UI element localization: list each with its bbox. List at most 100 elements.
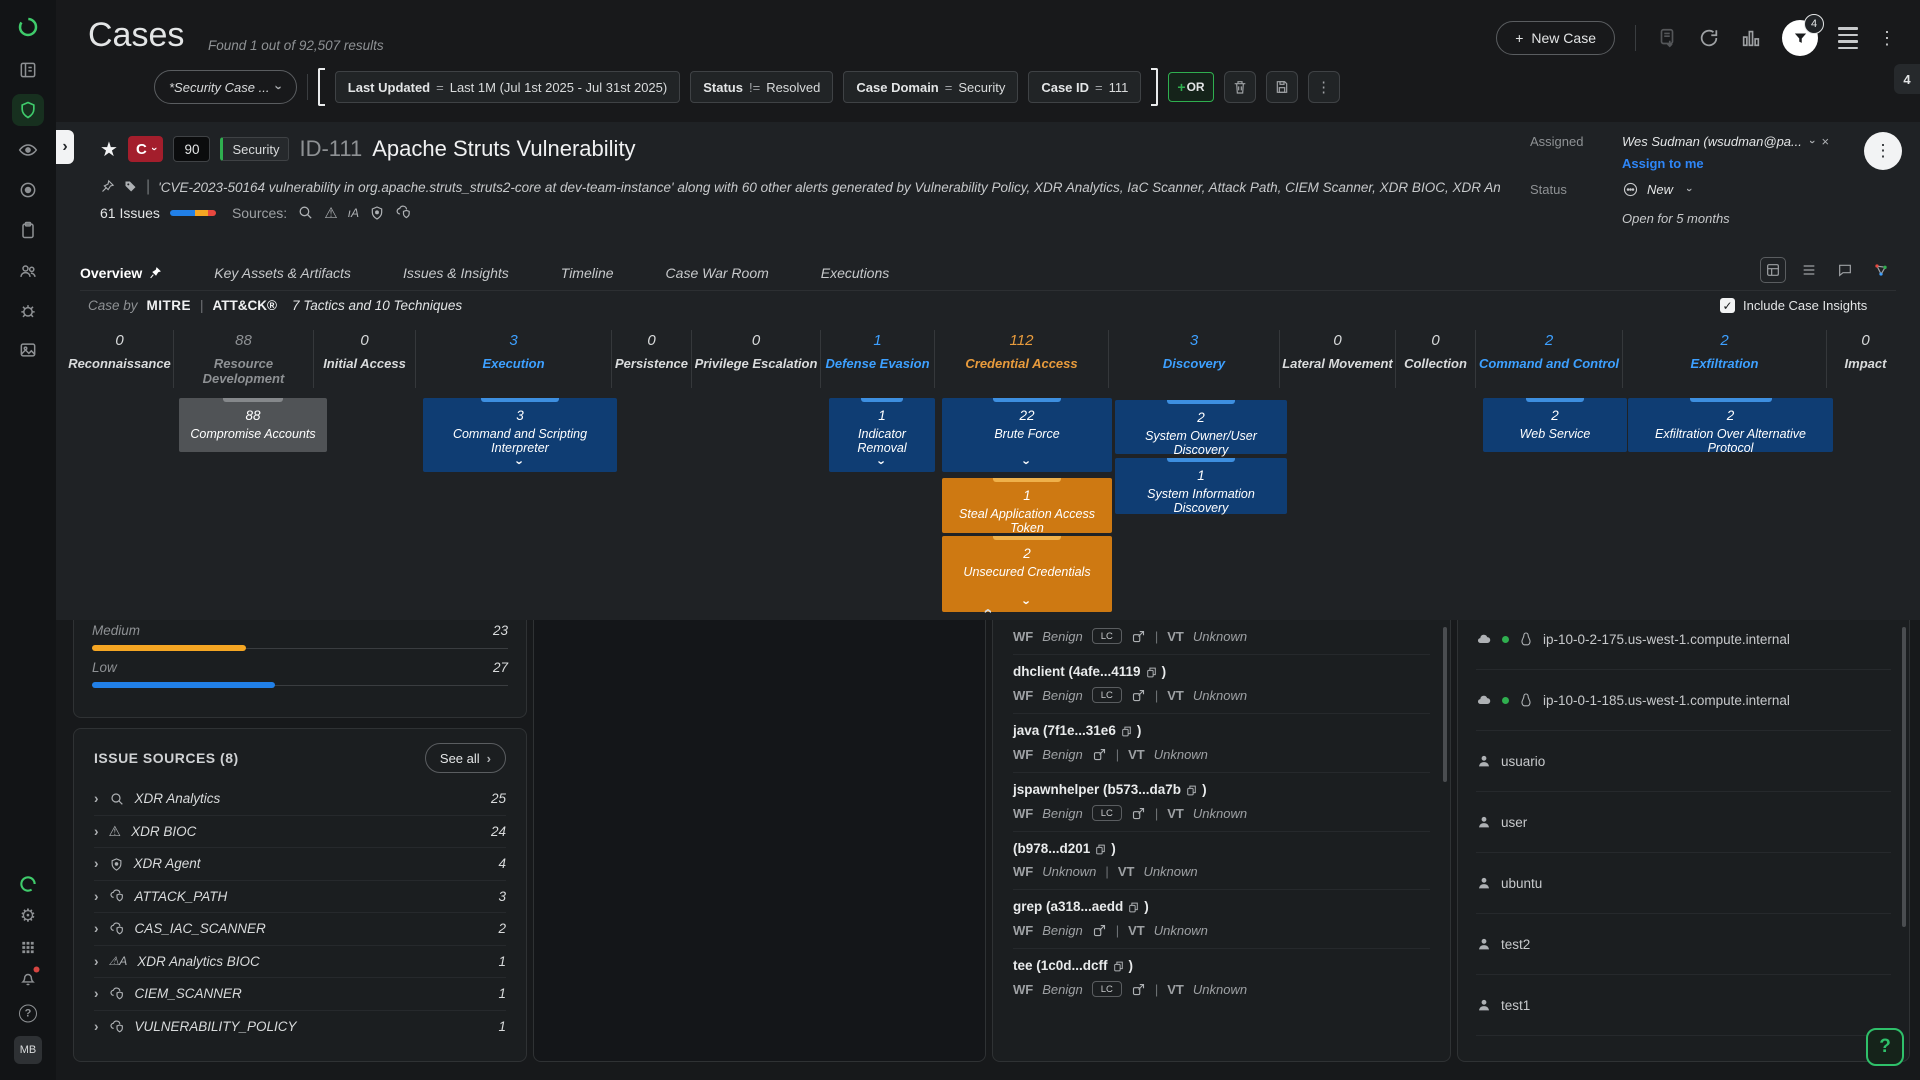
sidebar-item-detection[interactable]: [18, 180, 38, 200]
tag-icon[interactable]: [123, 178, 138, 196]
case-more-options-button[interactable]: ⋮: [1864, 132, 1902, 170]
copy-icon[interactable]: [1094, 841, 1107, 856]
share-icon[interactable]: [1092, 922, 1107, 938]
tactic-persistence[interactable]: 0Persistence: [612, 330, 692, 388]
tab-key-assets[interactable]: Key Assets & Artifacts: [214, 265, 351, 281]
tactic-discovery[interactable]: 3Discovery: [1109, 330, 1280, 388]
bioc-warning-icon[interactable]: ⚠: [324, 204, 337, 222]
expand-chevron-icon[interactable]: ›: [94, 791, 99, 806]
delete-filter-button[interactable]: [1224, 71, 1256, 103]
pin-icon[interactable]: [100, 178, 115, 196]
process-row[interactable]: jspawnhelper (b573...da7b ) WF Benign LC…: [1013, 773, 1430, 832]
comment-view-icon[interactable]: [1832, 257, 1858, 283]
more-options-icon[interactable]: ⋮: [1878, 28, 1896, 49]
sidebar-item-investigation[interactable]: [18, 140, 38, 160]
help-button[interactable]: ?: [1866, 1028, 1904, 1066]
issue-source-row[interactable]: › ATTACK_PATH 3: [94, 881, 506, 914]
see-all-button[interactable]: See all ›: [425, 743, 506, 773]
expand-chevron-icon[interactable]: ›: [94, 921, 99, 936]
user-row[interactable]: test1: [1476, 975, 1891, 1036]
chevron-down-icon[interactable]: ›: [1806, 140, 1818, 144]
tactic-defense-evasion[interactable]: 1Defense Evasion: [821, 330, 935, 388]
saved-filter-preset[interactable]: *Security Case ... ›: [154, 70, 297, 104]
tactic-command-and-control[interactable]: 2Command and Control: [1476, 330, 1623, 388]
tab-issues-insights[interactable]: Issues & Insights: [403, 265, 509, 281]
copy-icon[interactable]: [1185, 782, 1198, 797]
tactic-resource-development[interactable]: 88Resource Development: [174, 330, 314, 388]
chevron-down-icon[interactable]: ›: [513, 460, 528, 464]
filter-chip-case-id[interactable]: Case ID = 111: [1028, 71, 1141, 103]
expand-side-panel-button[interactable]: ›: [56, 130, 74, 164]
tactic-execution[interactable]: 3Execution: [416, 330, 612, 388]
include-case-insights-toggle[interactable]: ✓ Include Case Insights: [1720, 298, 1867, 313]
tab-case-war-room[interactable]: Case War Room: [666, 265, 769, 281]
chevron-down-icon[interactable]: ›: [1020, 600, 1035, 604]
copy-icon[interactable]: [1112, 958, 1125, 973]
sidebar-item-cases[interactable]: [18, 100, 38, 120]
tab-overview[interactable]: Overview: [80, 265, 162, 281]
help-circle-icon[interactable]: ?: [19, 1004, 37, 1023]
scrollbar-thumb[interactable]: [1443, 627, 1447, 782]
expand-chevron-icon[interactable]: ›: [94, 986, 99, 1001]
list-view-icon[interactable]: [1796, 257, 1822, 283]
filter-chip-status[interactable]: Status != Resolved: [690, 71, 833, 103]
chevron-down-icon[interactable]: ›: [875, 460, 890, 464]
issue-source-row[interactable]: › CAS_IAC_SCANNER 2: [94, 913, 506, 946]
user-row[interactable]: ubuntu: [1476, 853, 1891, 914]
grid-view-icon[interactable]: [1760, 257, 1786, 283]
share-icon[interactable]: [1131, 687, 1146, 703]
sidebar-item-identity[interactable]: [18, 261, 38, 281]
expand-chevron-icon[interactable]: ›: [94, 954, 99, 969]
issue-source-row[interactable]: › VULNERABILITY_POLICY 1: [94, 1011, 506, 1044]
filters-button[interactable]: 4: [1782, 20, 1818, 56]
severity-badge[interactable]: C ›: [128, 136, 164, 162]
user-avatar[interactable]: MB: [14, 1036, 42, 1064]
user-row[interactable]: user: [1476, 792, 1891, 853]
expand-chevron-icon[interactable]: ›: [94, 824, 99, 839]
technique-box-command-scripting-interpreter[interactable]: 3 Command and Scripting Interpreter ›: [423, 398, 617, 472]
apps-grid-icon[interactable]: [20, 939, 37, 957]
process-row[interactable]: java (7f1e...31e6 ) WF Benign | VT Unkno…: [1013, 714, 1430, 773]
issue-source-row[interactable]: › XDR Analytics 25: [94, 783, 506, 816]
process-row[interactable]: dhclient (4afe...4119 ) WF Benign LC | V…: [1013, 655, 1430, 714]
add-or-filter-button[interactable]: + OR: [1168, 72, 1213, 102]
process-row[interactable]: tee (1c0d...dcff ) WF Benign LC | VT Unk…: [1013, 949, 1430, 1007]
severity-row-low[interactable]: Low 27: [92, 660, 508, 688]
expand-chevron-icon[interactable]: ›: [94, 889, 99, 904]
graph-view-icon[interactable]: [1868, 257, 1894, 283]
right-edge-count-tab[interactable]: 4: [1894, 64, 1920, 94]
tactic-initial-access[interactable]: 0Initial Access: [314, 330, 416, 388]
technique-box-exfiltration-over-alternative-protocol[interactable]: 2 Exfiltration Over Alternative Protocol: [1628, 398, 1833, 452]
user-row[interactable]: test2: [1476, 914, 1891, 975]
status-value[interactable]: New: [1647, 182, 1673, 197]
share-icon[interactable]: [1092, 746, 1107, 762]
assignee-value[interactable]: Wes Sudman (wsudman@pa...: [1622, 134, 1802, 149]
severity-row-medium[interactable]: Medium 23: [92, 623, 508, 651]
star-favorite-icon[interactable]: ★: [100, 137, 118, 162]
sidebar-item-reports[interactable]: [18, 60, 38, 80]
tab-timeline[interactable]: Timeline: [561, 265, 614, 281]
process-row[interactable]: grep (a318...aedd ) WF Benign | VT Unkno…: [1013, 890, 1430, 949]
copy-icon[interactable]: [1127, 899, 1140, 914]
chart-view-icon[interactable]: [1740, 27, 1762, 49]
save-filter-button[interactable]: [1266, 71, 1298, 103]
filter-chip-case-domain[interactable]: Case Domain = Security: [843, 71, 1018, 103]
user-row[interactable]: usuario: [1476, 731, 1891, 792]
copy-icon[interactable]: [1120, 723, 1133, 738]
filter-chip-last-updated[interactable]: Last Updated = Last 1M (Jul 1st 2025 - J…: [335, 71, 680, 103]
assign-to-me-link[interactable]: Assign to me: [1622, 156, 1704, 171]
sidebar-item-threat-intel[interactable]: [18, 301, 38, 321]
technique-box-system-information-discovery[interactable]: 1 System Information Discovery: [1115, 458, 1287, 514]
technique-box-compromise-accounts[interactable]: 88 Compromise Accounts: [179, 398, 327, 452]
technique-box-unsecured-credentials[interactable]: 2 Unsecured Credentials ›: [942, 536, 1112, 612]
new-case-button[interactable]: + New Case: [1496, 21, 1615, 55]
issue-source-row[interactable]: › XDR Agent 4: [94, 848, 506, 881]
share-icon[interactable]: [1131, 628, 1146, 644]
refresh-icon[interactable]: [1698, 27, 1720, 49]
scrollbar-thumb[interactable]: [1902, 627, 1906, 927]
tactic-lateral-movement[interactable]: 0Lateral Movement: [1280, 330, 1396, 388]
tactic-collection[interactable]: 0Collection: [1396, 330, 1476, 388]
expand-chevron-icon[interactable]: ›: [94, 856, 99, 871]
technique-box-system-owner-user-discovery[interactable]: 2 System Owner/User Discovery: [1115, 400, 1287, 454]
issue-source-row[interactable]: › ⚠ XDR BIOC 24: [94, 816, 506, 849]
